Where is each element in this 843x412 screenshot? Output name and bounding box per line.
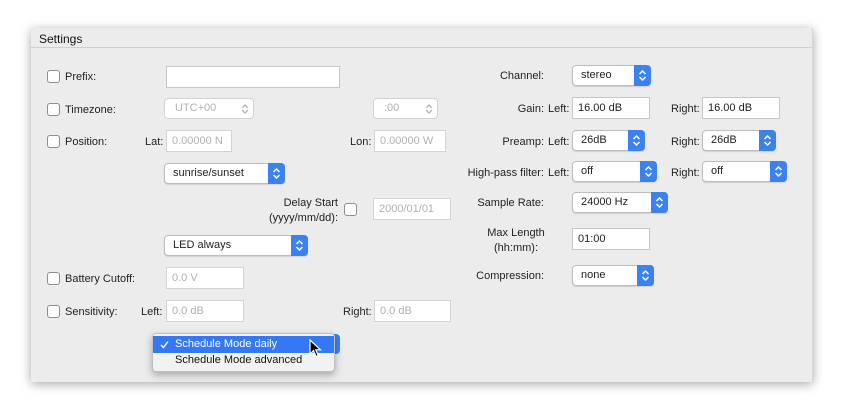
gain-right-input[interactable]: 16.00 dB xyxy=(702,97,780,119)
menu-item-schedule-daily[interactable]: Schedule Mode daily xyxy=(153,336,334,353)
preamp-left-value: 26dB xyxy=(581,134,607,146)
led-value: LED always xyxy=(173,239,232,251)
prefix-label: Prefix: xyxy=(65,71,97,83)
preamp-right-popup[interactable]: 26dB xyxy=(702,130,776,151)
sensitivity-right-label: Right: xyxy=(343,306,372,318)
lon-input[interactable]: 0.00000 W xyxy=(374,130,446,152)
max-length-label-1: Max Length xyxy=(487,227,545,239)
highpass-right-value: off xyxy=(711,165,724,177)
stepper-updown-icon xyxy=(425,104,433,114)
lon-label: Lon: xyxy=(350,136,372,148)
timezone-checkbox[interactable] xyxy=(47,103,60,116)
channel-value: stereo xyxy=(581,69,612,81)
stepper-updown-icon xyxy=(241,104,249,114)
delay-start-label-1: Delay Start xyxy=(283,197,338,209)
compression-value: none xyxy=(581,269,606,281)
timezone-minutes-stepper[interactable]: :00 xyxy=(373,98,438,119)
sensitivity-left-input[interactable]: 0.0 dB xyxy=(166,300,244,322)
gain-left-input[interactable]: 16.00 dB xyxy=(572,97,650,119)
highpass-right-popup[interactable]: off xyxy=(702,161,787,182)
highpass-right-label: Right: xyxy=(671,167,700,179)
channel-popup[interactable]: stereo xyxy=(572,65,651,86)
position-label: Position: xyxy=(65,136,108,148)
menu-item-schedule-advanced[interactable]: Schedule Mode advanced xyxy=(153,352,334,369)
compression-label: Compression: xyxy=(476,270,544,282)
preamp-right-label: Right: xyxy=(671,136,700,148)
schedule-type-value: sunrise/sunset xyxy=(173,167,244,179)
title-divider xyxy=(31,47,812,48)
highpass-left-popup[interactable]: off xyxy=(572,161,657,182)
section-title: Settings xyxy=(39,32,83,46)
gain-right-label: Right: xyxy=(671,103,700,115)
chevron-updown-icon xyxy=(272,167,281,180)
timezone-stepper[interactable]: UTC+00 xyxy=(164,98,254,119)
sensitivity-left-label: Left: xyxy=(141,306,163,318)
battery-cutoff-label: Battery Cutoff: xyxy=(65,273,136,285)
delay-start-input[interactable]: 2000/01/01 xyxy=(373,198,451,220)
menu-item-label: Schedule Mode daily xyxy=(175,338,278,350)
sensitivity-right-input[interactable]: 0.0 dB xyxy=(374,300,451,322)
sensitivity-label: Sensitivity: xyxy=(65,306,118,318)
preamp-left-label: Left: xyxy=(548,136,570,148)
prefix-checkbox[interactable] xyxy=(47,70,60,83)
menu-item-label: Schedule Mode advanced xyxy=(175,354,303,366)
delay-start-checkbox[interactable] xyxy=(344,203,357,216)
schedule-mode-menu: Schedule Mode daily Schedule Mode advanc… xyxy=(152,333,335,372)
chevron-updown-icon xyxy=(774,165,783,178)
max-length-input[interactable]: 01:00 xyxy=(572,228,650,250)
highpass-left-label: Left: xyxy=(548,167,570,179)
lat-label: Lat: xyxy=(145,136,164,148)
schedule-type-popup[interactable]: sunrise/sunset xyxy=(164,163,285,184)
timezone-minutes-value: :00 xyxy=(384,102,400,114)
timezone-value: UTC+00 xyxy=(175,102,217,114)
highpass-left-value: off xyxy=(581,165,594,177)
position-checkbox[interactable] xyxy=(47,135,60,148)
highpass-label: High-pass filter: xyxy=(467,167,544,179)
sample-rate-popup[interactable]: 24000 Hz xyxy=(572,192,668,213)
chevron-updown-icon xyxy=(632,134,641,147)
max-length-label-2: (hh:mm): xyxy=(494,242,538,254)
chevron-updown-icon xyxy=(295,239,304,252)
sensitivity-checkbox[interactable] xyxy=(47,305,60,318)
preamp-label: Preamp: xyxy=(502,136,544,148)
chevron-updown-icon xyxy=(655,196,664,209)
chevron-updown-icon xyxy=(641,269,650,282)
timezone-label: Timezone: xyxy=(65,104,116,116)
compression-popup[interactable]: none xyxy=(572,265,654,286)
chevron-updown-icon xyxy=(638,69,647,82)
delay-start-label-2: (yyyy/mm/dd): xyxy=(268,212,338,224)
gain-label: Gain: xyxy=(517,103,544,115)
prefix-input[interactable] xyxy=(166,66,340,88)
channel-label: Channel: xyxy=(499,70,544,82)
lat-input[interactable]: 0.00000 N xyxy=(166,130,232,152)
checkmark-icon xyxy=(160,341,169,349)
led-popup[interactable]: LED always xyxy=(164,235,308,256)
sample-rate-value: 24000 Hz xyxy=(581,196,629,208)
preamp-left-popup[interactable]: 26dB xyxy=(572,130,645,151)
chevron-updown-icon xyxy=(763,134,772,147)
mouse-cursor-icon xyxy=(309,339,323,358)
preamp-right-value: 26dB xyxy=(711,134,737,146)
sample-rate-label: Sample Rate: xyxy=(477,197,544,209)
chevron-updown-icon xyxy=(644,165,653,178)
battery-cutoff-checkbox[interactable] xyxy=(47,272,60,285)
gain-left-label: Left: xyxy=(548,103,570,115)
battery-cutoff-input[interactable]: 0.0 V xyxy=(166,267,244,289)
